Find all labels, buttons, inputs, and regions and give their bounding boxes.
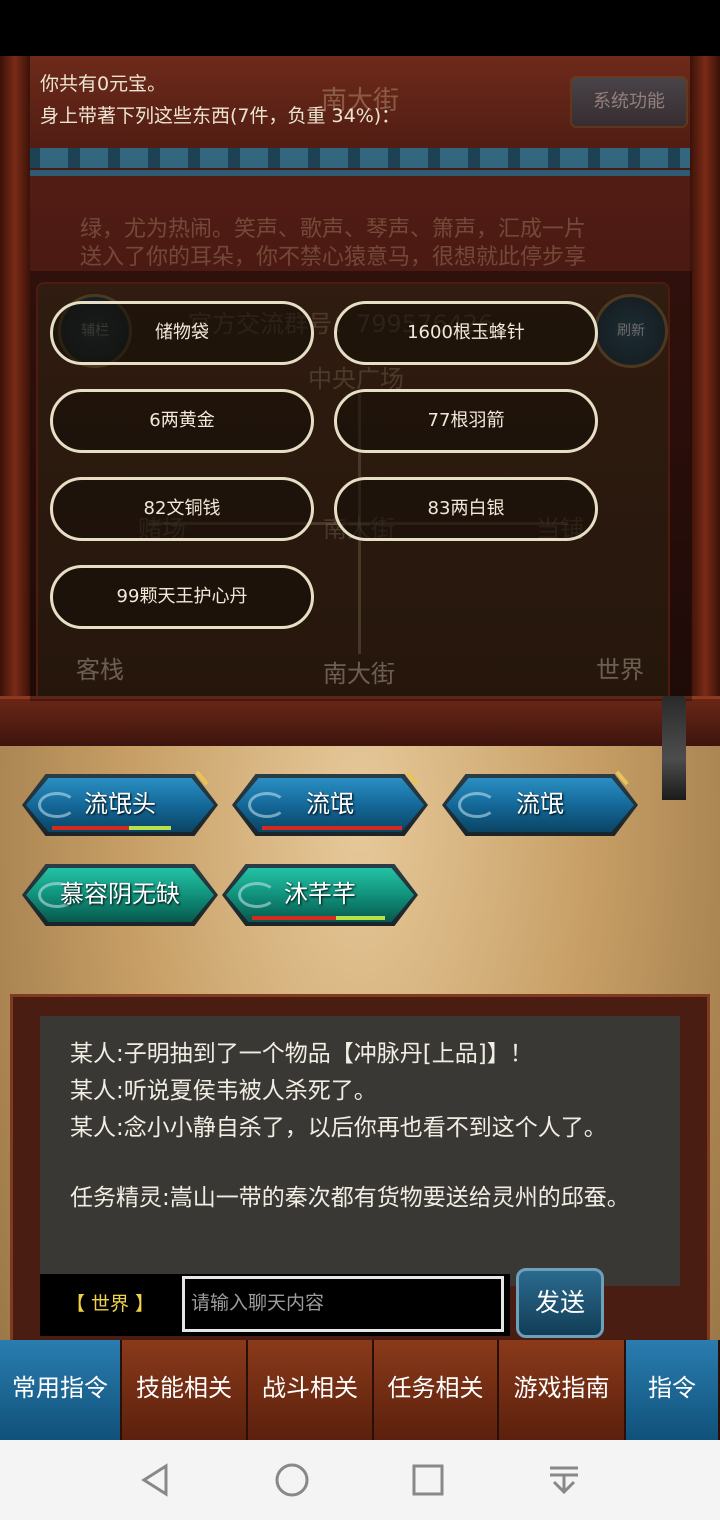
carry-text: 身上带著下列这些东西(7件，负重 34%)： [40, 105, 401, 127]
command-bar: 常用指令 技能相关 战斗相关 任务相关 游戏指南 指令 [0, 1340, 720, 1440]
chat-input[interactable] [182, 1276, 504, 1332]
npc-button[interactable]: 慕容阴无缺 [22, 864, 218, 926]
inventory-item[interactable]: 99颗天王护心丹 [50, 565, 314, 629]
home-icon[interactable] [274, 1462, 310, 1498]
chat-message: 某人:念小小静自杀了，以后你再也看不到这个人了。 [70, 1115, 607, 1141]
npc-button[interactable]: 流氓 [232, 770, 428, 836]
status-bar [0, 0, 720, 56]
npc-health-bar [52, 826, 192, 830]
npc-button[interactable]: 沐芊芊 [222, 864, 418, 926]
inventory-item[interactable]: 1600根玉蜂针 [334, 301, 598, 365]
hanging-tassel [662, 696, 686, 800]
inventory-item[interactable]: 83两白银 [334, 477, 598, 541]
android-nav-bar [0, 1440, 720, 1520]
mp-bar-fill [336, 916, 385, 920]
inventory-info: 你共有0元宝。 身上带著下列这些东西(7件，负重 34%)： [30, 56, 692, 270]
mp-bar-fill [129, 826, 171, 830]
send-button[interactable]: 发送 [516, 1268, 604, 1338]
tab-game-guide[interactable]: 游戏指南 [499, 1340, 626, 1440]
inventory-item-list: 储物袋 1600根玉蜂针 6两黄金 77根羽箭 82文铜钱 83两白银 99颗天… [30, 271, 692, 701]
tab-combat[interactable]: 战斗相关 [248, 1340, 374, 1440]
npc-health-bar [472, 826, 612, 830]
inventory-item[interactable]: 6两黄金 [50, 389, 314, 453]
chat-channel-selector[interactable]: 【 世界 】 [40, 1274, 180, 1336]
npc-button[interactable]: 流氓头 [22, 770, 218, 836]
hp-bar-fill [262, 826, 402, 830]
npc-health-bar [252, 916, 392, 920]
hp-bar-fill [252, 916, 336, 920]
tab-common-commands[interactable]: 常用指令 [0, 1340, 122, 1440]
right-pillar [690, 56, 720, 746]
inventory-item[interactable]: 77根羽箭 [334, 389, 598, 453]
npc-health-bar [52, 916, 192, 920]
left-pillar [0, 56, 30, 746]
chat-message: 某人:子明抽到了一个物品【冲脉丹[上品]】！ [70, 1041, 533, 1067]
tab-commands[interactable]: 指令 [626, 1340, 720, 1440]
hp-bar-fill [52, 826, 129, 830]
npc-button[interactable]: 流氓 [442, 770, 638, 836]
chat-message: 某人:听说夏侯韦被人杀死了。 [70, 1078, 377, 1104]
inventory-item[interactable]: 82文铜钱 [50, 477, 314, 541]
tab-skills[interactable]: 技能相关 [122, 1340, 248, 1440]
recents-icon[interactable] [410, 1462, 446, 1498]
back-icon[interactable] [138, 1462, 174, 1498]
tab-quests[interactable]: 任务相关 [374, 1340, 499, 1440]
game-screen: 南大街 系统功能 绿，尤为热闹。笑声、歌声、琴声、箫声，汇成一片 送入了你的耳朵… [0, 56, 720, 1440]
npc-health-bar [262, 826, 402, 830]
money-text: 你共有0元宝。 [40, 73, 167, 95]
scene-frame: 南大街 系统功能 绿，尤为热闹。笑声、歌声、琴声、箫声，汇成一片 送入了你的耳朵… [0, 56, 720, 746]
inventory-item[interactable]: 储物袋 [50, 301, 314, 365]
frame-bottom-beam [0, 696, 720, 746]
chat-message: 任务精灵:嵩山一带的秦次都有货物要送给灵州的邱蚕。 [70, 1185, 630, 1211]
notification-pulldown-icon[interactable] [546, 1462, 582, 1498]
